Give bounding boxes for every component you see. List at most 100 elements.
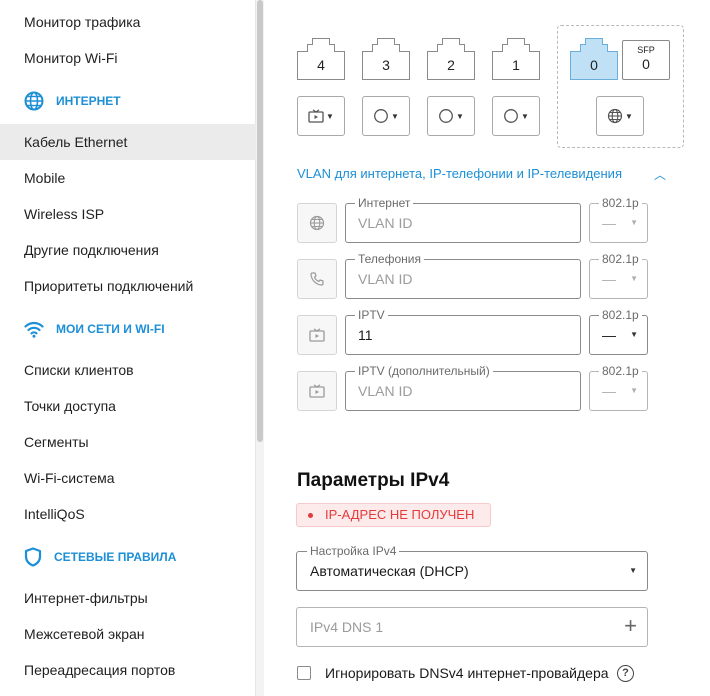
vlan-iptv-field[interactable]: IPTV 11 [345, 308, 581, 355]
phone-icon [310, 272, 324, 286]
port-number: 4 [317, 57, 325, 73]
sidebar-item-wireless-isp[interactable]: Wireless ISP [0, 196, 256, 232]
sfp-label: SFP [637, 45, 655, 55]
port-1-mode-select[interactable]: ▼ [492, 96, 540, 136]
status-dot-icon [308, 513, 313, 518]
field-value: Автоматическая (DHCP) [310, 563, 469, 579]
port-1[interactable]: 1 [492, 38, 540, 80]
circle-icon [439, 109, 453, 123]
sidebar-item-connection-priorities[interactable]: Приоритеты подключений [0, 268, 256, 304]
field-legend: IPTV [355, 308, 388, 322]
field-value: — [602, 327, 616, 343]
globe-icon [607, 108, 623, 124]
chevron-down-icon: ▼ [326, 111, 334, 121]
sidebar: Монитор трафика Монитор Wi-Fi ИНТЕРНЕТ К… [0, 0, 256, 696]
globe-icon [24, 91, 44, 111]
wifi-icon [24, 321, 44, 338]
scrollbar-thumb[interactable] [257, 0, 263, 442]
tv-icon [308, 109, 324, 123]
field-placeholder: IPv4 DNS 1 [310, 619, 384, 635]
port-number: 2 [447, 57, 455, 73]
circle-icon [374, 109, 388, 123]
circle-icon [504, 109, 518, 123]
sidebar-section-rules[interactable]: СЕТЕВЫЕ ПРАВИЛА [0, 539, 256, 575]
vlan-iptv-extra-priority-select[interactable]: 802.1p — ▼ [589, 364, 648, 411]
port-3-mode-select[interactable]: ▼ [362, 96, 410, 136]
sfp-number: 0 [642, 56, 650, 72]
vlan-iptv-priority-select[interactable]: 802.1p — ▼ [589, 308, 648, 355]
vlan-telephony-priority-select[interactable]: 802.1p — ▼ [589, 252, 648, 299]
port-2[interactable]: 2 [427, 38, 475, 80]
status-badge: IP-АДРЕС НЕ ПОЛУЧЕН [296, 503, 491, 527]
port-4[interactable]: 4 [297, 38, 345, 80]
tv-icon [309, 384, 325, 398]
field-legend: Настройка IPv4 [307, 544, 400, 558]
chevron-down-icon: ▼ [630, 330, 638, 339]
field-value: — [602, 215, 616, 231]
ignore-isp-dns-label[interactable]: Игнорировать DNSv4 интернет-провайдера [325, 665, 609, 681]
field-legend: Телефония [355, 252, 424, 266]
vlan-telephony-field[interactable]: Телефония VLAN ID [345, 252, 581, 299]
vlan-iptv-extra-field[interactable]: IPTV (дополнительный) VLAN ID [345, 364, 581, 411]
port-number: 0 [590, 57, 598, 73]
sidebar-section-networks[interactable]: МОИ СЕТИ И WI-FI [0, 311, 256, 347]
field-legend: 802.1p [599, 196, 642, 210]
chevron-down-icon: ▼ [630, 274, 638, 283]
sidebar-item-port-forwarding[interactable]: Переадресация портов [0, 652, 256, 688]
sidebar-item-internet-filters[interactable]: Интернет-фильтры [0, 580, 256, 616]
field-value: — [602, 383, 616, 399]
sidebar-item-segments[interactable]: Сегменты [0, 424, 256, 460]
vlan-iptv-icon-box [297, 315, 337, 355]
vlan-internet-priority-select[interactable]: 802.1p — ▼ [589, 196, 648, 243]
field-value: — [602, 271, 616, 287]
chevron-down-icon: ▼ [521, 111, 529, 121]
shield-icon [24, 547, 42, 567]
sidebar-item-wifi-monitor[interactable]: Монитор Wi-Fi [0, 40, 256, 76]
port-0[interactable]: 0 [570, 38, 618, 80]
port-3[interactable]: 3 [362, 38, 410, 80]
field-legend: 802.1p [599, 308, 642, 322]
chevron-down-icon: ▼ [625, 111, 633, 121]
ipv4-dns-field[interactable]: IPv4 DNS 1 + [296, 607, 648, 647]
chevron-up-icon[interactable]: ︿ [654, 166, 666, 183]
vlan-telephony-icon-box [297, 259, 337, 299]
field-value: VLAN ID [358, 271, 413, 287]
globe-icon [309, 215, 325, 231]
port-4-mode-select[interactable]: ▼ [297, 96, 345, 136]
add-dns-icon[interactable]: + [624, 615, 637, 637]
ignore-isp-dns-checkbox[interactable] [297, 666, 311, 680]
sidebar-item-mobile[interactable]: Mobile [0, 160, 256, 196]
field-legend: IPTV (дополнительный) [355, 364, 493, 378]
chevron-down-icon: ▼ [456, 111, 464, 121]
tv-icon [309, 328, 325, 342]
sidebar-item-traffic-monitor[interactable]: Монитор трафика [0, 4, 256, 40]
sidebar-scrollbar[interactable] [256, 0, 264, 696]
sidebar-item-other-connections[interactable]: Другие подключения [0, 232, 256, 268]
sidebar-item-client-lists[interactable]: Списки клиентов [0, 352, 256, 388]
chevron-down-icon: ▼ [630, 386, 638, 395]
ipv4-section-title: Параметры IPv4 [297, 470, 450, 491]
status-text: IP-АДРЕС НЕ ПОЛУЧЕН [325, 507, 475, 522]
sidebar-section-label: ИНТЕРНЕТ [56, 94, 121, 108]
port-0-mode-select[interactable]: ▼ [596, 96, 644, 136]
vlan-internet-field[interactable]: Интернет VLAN ID [345, 196, 581, 243]
vlan-toggle[interactable]: VLAN для интернета, IP-телефонии и IP-те… [297, 166, 622, 181]
sidebar-item-firewall[interactable]: Межсетевой экран [0, 616, 256, 652]
chevron-down-icon: ▼ [391, 111, 399, 121]
sidebar-section-label: СЕТЕВЫЕ ПРАВИЛА [54, 550, 177, 564]
help-icon[interactable]: ? [617, 665, 634, 682]
port-2-mode-select[interactable]: ▼ [427, 96, 475, 136]
sidebar-item-intelliqos[interactable]: IntelliQoS [0, 496, 256, 532]
sidebar-item-wifi-system[interactable]: Wi-Fi-система [0, 460, 256, 496]
chevron-down-icon: ▼ [630, 218, 638, 227]
sidebar-item-ethernet-cable[interactable]: Кабель Ethernet [0, 124, 256, 160]
ipv4-setting-select[interactable]: Настройка IPv4 Автоматическая (DHCP) ▼ [296, 544, 648, 591]
sidebar-section-internet[interactable]: ИНТЕРНЕТ [0, 83, 256, 119]
sfp-port[interactable]: SFP 0 [622, 40, 670, 80]
field-value: 11 [358, 327, 373, 343]
field-value: VLAN ID [358, 215, 413, 231]
port-number: 3 [382, 57, 390, 73]
sidebar-item-access-points[interactable]: Точки доступа [0, 388, 256, 424]
field-value: VLAN ID [358, 383, 413, 399]
sidebar-section-label: МОИ СЕТИ И WI-FI [56, 322, 165, 336]
